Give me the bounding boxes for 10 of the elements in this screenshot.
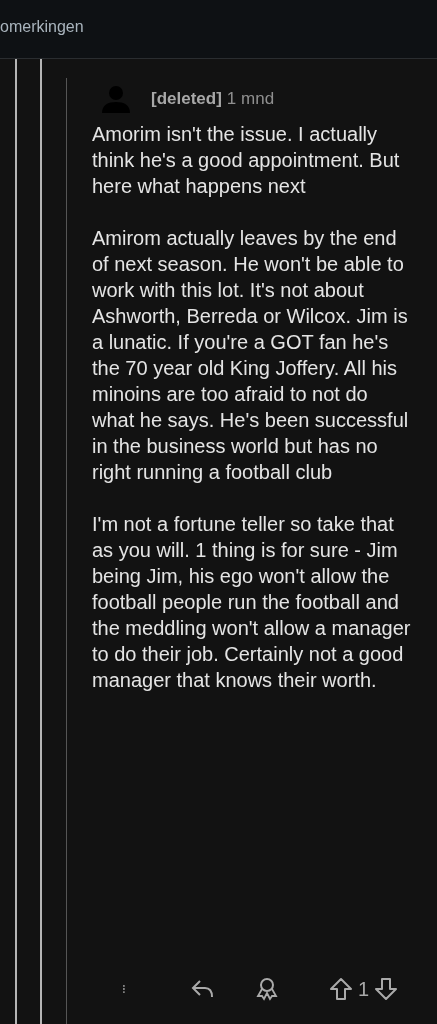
vote-score: 1 — [358, 977, 370, 1001]
comment-age: 1 mnd — [226, 89, 275, 109]
page-title: omerkingen — [0, 18, 84, 36]
comment-paragraph: I'm not a fortune teller so take that as you will. 1 thing is for sure - Jim being Jim, his ego won't allow the football people run the football and the meddling won't allow a manager to do their job. Certainly not a good manager that knows their worth. — [92, 512, 412, 693]
comment-author[interactable]: [deleted] — [151, 89, 222, 109]
comment-paragraph: Amirom actually leaves by the end of next season. He won't be able to work with this lot. It's not about Ashworth, Berreda or Wilcox. Jim is a lunatic. If you're a GOT fan he's the 70 year old King Joffery. All his minoins are too afraid to not do what he says. He's been successful in the business world but has no right running a football club — [92, 226, 410, 485]
downvote-icon[interactable] — [373, 976, 400, 1002]
upvote-icon[interactable] — [328, 976, 354, 1002]
comment-paragraph: Amorim isn't the issue. I actually think he's a good appointment. But here what happens next — [92, 122, 401, 199]
award-icon[interactable] — [254, 976, 280, 1002]
